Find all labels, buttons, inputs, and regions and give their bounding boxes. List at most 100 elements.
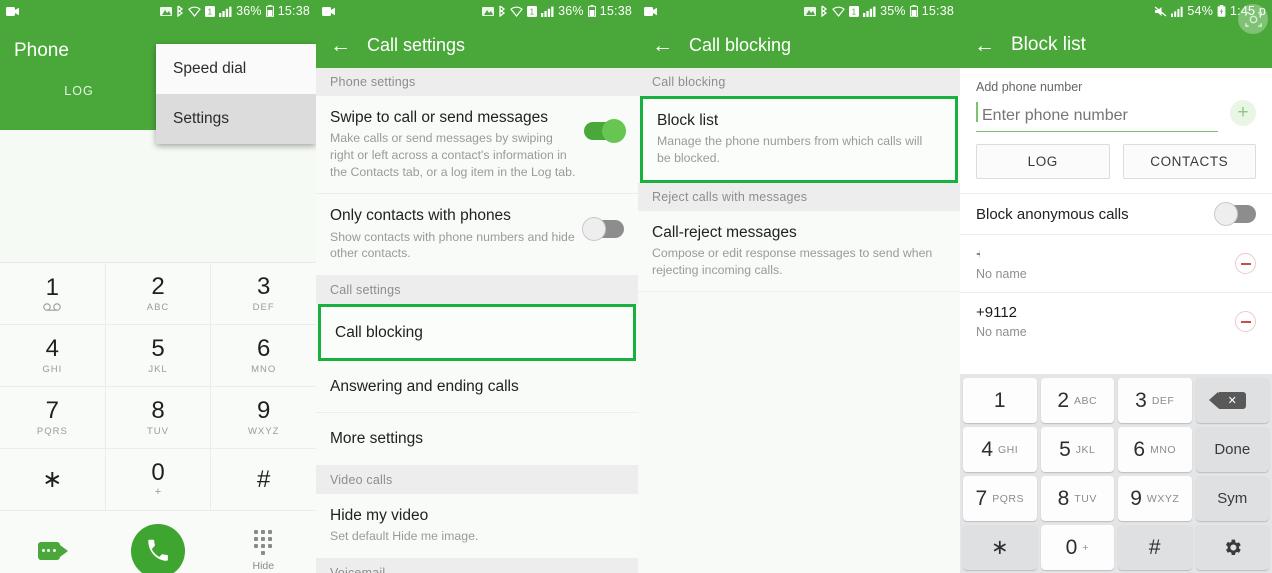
dial-key-number: 1 [45,274,60,301]
contacts-button[interactable]: CONTACTS [1122,144,1256,179]
screen-recorder-icon [6,6,19,16]
dial-key-7[interactable]: 7 PQRS [0,387,106,449]
kbd-key-9[interactable]: 9 WXYZ [1118,476,1192,521]
back-arrow-icon[interactable]: ← [330,35,351,56]
page-title: Block list [1011,34,1086,55]
dial-key-0[interactable]: 0 + [105,449,212,511]
entry-name: No name [976,267,1027,281]
log-button[interactable]: LOG [976,144,1110,179]
back-arrow-icon[interactable]: ← [974,35,995,56]
kbd-key-letters: ABC [1074,394,1098,407]
menu-item-settings[interactable]: Settings [156,94,316,144]
screen-recorder-icon [322,6,335,16]
dial-key-letters: MNO [251,363,277,375]
entry-text: + No name [976,245,1235,281]
kbd-key-hash[interactable]: # [1118,525,1192,570]
signal-icon [219,6,232,17]
setting-more-settings[interactable]: More settings [316,413,638,466]
menu-item-speed-dial[interactable]: Speed dial [156,44,316,94]
kbd-key-3[interactable]: 3 DEF [1118,378,1192,423]
status-bar: 1 35% 15:38 [638,0,960,22]
dial-key-5[interactable]: 5 JKL [105,325,212,387]
setting-subtitle: Manage the phone numbers from which call… [657,134,923,165]
block-anonymous-calls-row[interactable]: Block anonymous calls [960,193,1272,234]
dial-key-4[interactable]: 4 GHI [0,325,106,387]
setting-title: Hide my video [330,506,429,524]
sim-card-icon: 1 [849,5,860,17]
dial-number-display[interactable] [0,130,316,262]
phone-number-input[interactable] [976,105,1218,132]
overflow-menu: Speed dial Settings [156,44,316,144]
kbd-key-number: 3 [1135,388,1147,412]
kbd-key-done[interactable]: Done [1195,427,1269,472]
kbd-key-settings[interactable] [1195,525,1269,570]
setting-subtitle: Show contacts with phone numbers and hid… [330,229,575,261]
block-anonymous-toggle[interactable] [1214,202,1256,226]
section-header-voicemail: Voicemail [316,558,638,573]
entry-text: +9112 No name [976,303,1235,339]
add-number-plus-icon[interactable]: + [1230,100,1256,126]
bluetooth-icon [498,5,506,17]
setting-hide-my-video[interactable]: Hide my video Set default Hide me image. [316,493,638,559]
dial-key-hash[interactable]: # [211,449,316,511]
kbd-key-8[interactable]: 8 TUV [1040,476,1114,521]
call-button[interactable] [105,524,210,573]
remove-entry-icon[interactable] [1235,253,1256,274]
signal-icon [541,6,554,17]
kbd-key-0[interactable]: 0 + [1040,525,1114,570]
dial-key-star[interactable]: ∗ [0,449,106,511]
dial-key-6[interactable]: 6 MNO [211,325,316,387]
setting-only-contacts-with-phones[interactable]: Only contacts with phones Show contacts … [316,194,638,276]
phone-handset-icon [130,524,185,573]
setting-subtitle: Compose or edit response messages to sen… [652,245,933,277]
hide-keypad-button[interactable]: Hide [211,530,316,572]
back-arrow-icon[interactable]: ← [652,35,673,56]
kbd-key-2[interactable]: 2 ABC [1040,378,1114,423]
add-phone-number-row: + [976,100,1256,132]
screenshot-capture-icon[interactable] [1238,4,1268,34]
setting-call-reject-messages[interactable]: Call-reject messages Compose or edit res… [638,210,960,293]
kbd-key-number: 0 [1065,535,1078,559]
swipe-to-call-toggle[interactable] [584,119,626,143]
entry-number: +9112 [976,303,1132,321]
setting-title: Answering and ending calls [330,378,519,396]
screenshot-icon [482,6,495,17]
kbd-key-4[interactable]: 4 GHI [963,427,1037,472]
kbd-key-5[interactable]: 5 JKL [1040,427,1114,472]
kbd-key-star[interactable]: ∗ [963,525,1037,570]
dial-key-number: 2 [151,272,165,300]
setting-call-blocking[interactable]: Call blocking [318,303,636,362]
setting-block-list[interactable]: Block list Manage the phone numbers from… [640,96,958,183]
block-list-entry[interactable]: +9112 No name [960,292,1272,350]
keyboard-row: 7 PQRS 8 TUV 9 WXYZ Sym [963,476,1269,521]
dial-key-1[interactable]: 1 [0,263,106,325]
dial-key-2[interactable]: 2 ABC [105,263,212,325]
battery-icon [909,5,918,17]
screen-recorder-icon [644,6,657,16]
setting-text: Only contacts with phones Show contacts … [330,206,584,262]
clock-label: 15:38 [921,4,954,18]
dial-key-8[interactable]: 8 TUV [105,387,212,449]
dial-key-3[interactable]: 3 DEF [211,263,316,325]
dial-key-9[interactable]: 9 WXYZ [211,387,316,449]
kbd-key-backspace[interactable]: ✕ [1195,378,1269,423]
status-right-icons: 1 36% 15:38 [482,4,632,18]
setting-answering-and-ending-calls[interactable]: Answering and ending calls [316,361,638,414]
only-contacts-toggle[interactable] [582,217,624,242]
kbd-key-1[interactable]: 1 [963,378,1037,423]
block-list-entry[interactable]: + No name [960,234,1272,292]
keypad-row: ∗ 0 + # [0,449,316,511]
tab-log[interactable]: LOG [0,84,158,98]
status-bar: 1 36% 15:38 [316,0,638,22]
battery-percent-label: 54% [1187,4,1214,18]
remove-entry-icon[interactable] [1235,311,1256,332]
setting-title: Call-reject messages [652,223,797,241]
keyboard-row: ∗ 0 + # [963,525,1269,570]
setting-swipe-to-call[interactable]: Swipe to call or send messages Make call… [316,96,638,195]
kbd-key-6[interactable]: 6 MNO [1118,427,1192,472]
block-list-app-bar: ← Block list [960,22,1272,68]
kbd-key-7[interactable]: 7 PQRS [963,476,1037,521]
video-call-button[interactable] [0,542,105,560]
screenshot-root: 1 36% 15:38 Phone LOG FAVOU Speed dial S [0,0,1272,573]
kbd-key-sym[interactable]: Sym [1195,476,1269,521]
